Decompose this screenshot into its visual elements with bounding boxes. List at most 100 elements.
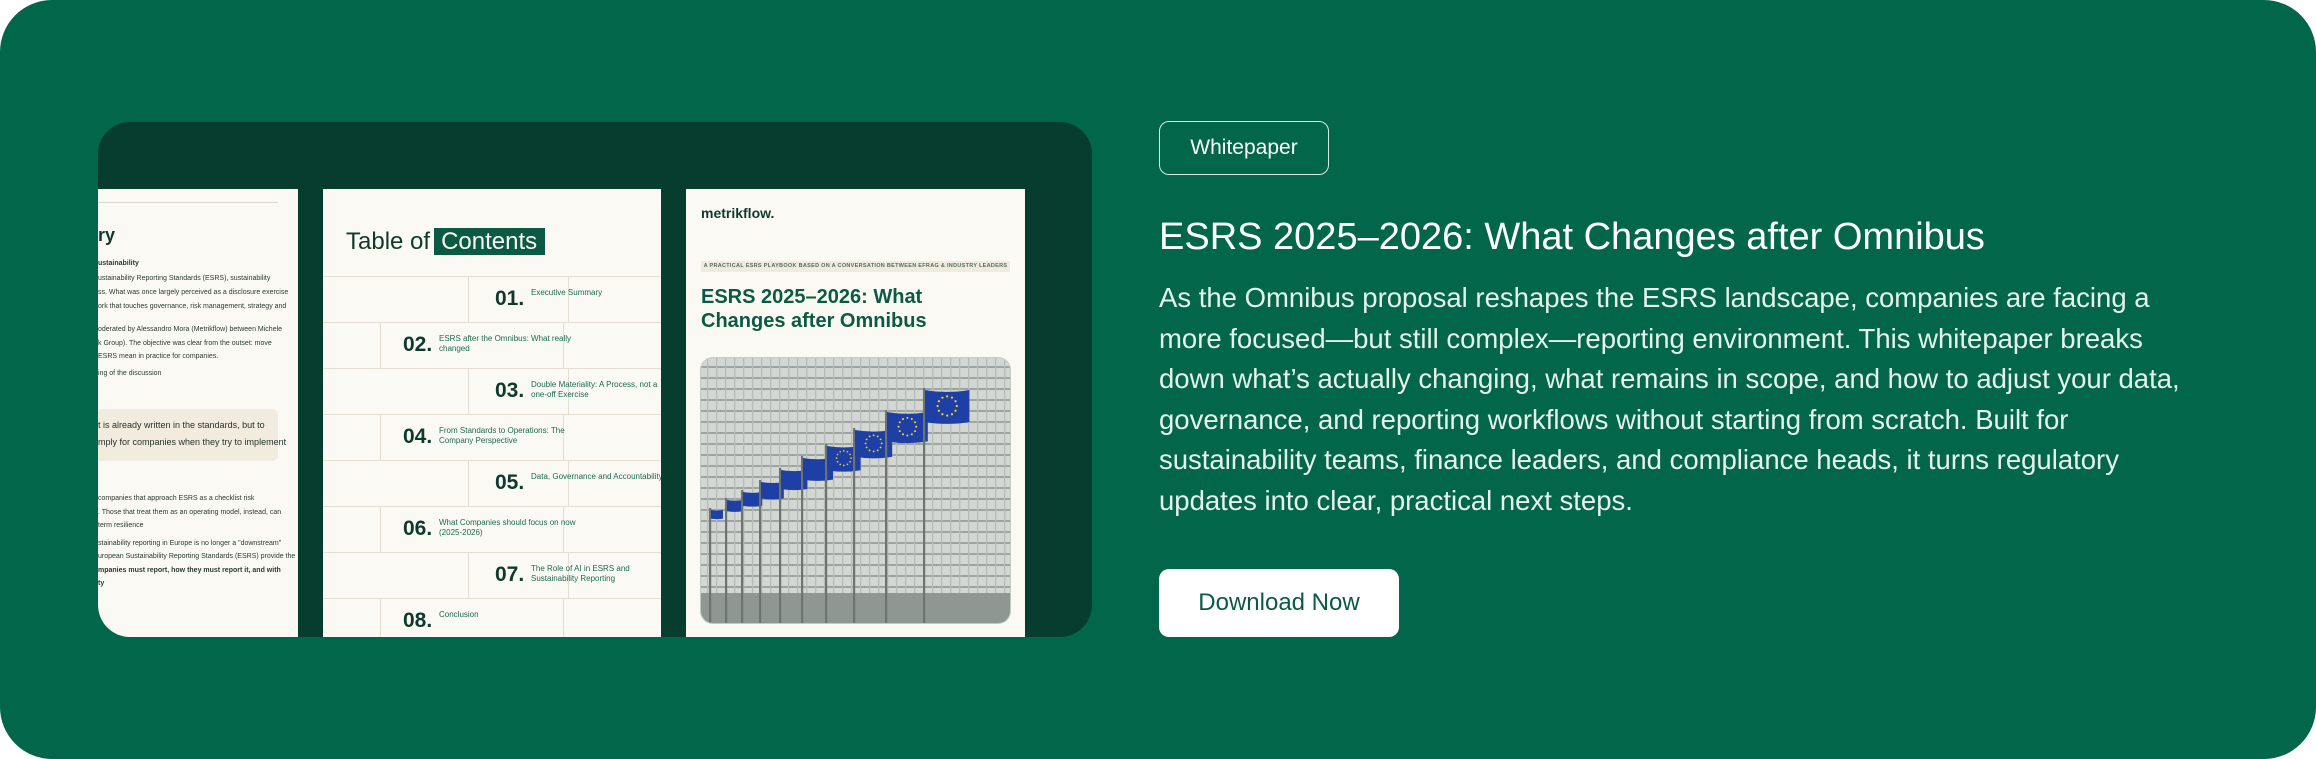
eu-star (836, 460, 839, 463)
eu-star (849, 453, 851, 456)
facade-mullion (842, 358, 844, 623)
toc-text: Conclusion (439, 610, 479, 619)
summary-line: ork that touches governance, risk manage… (98, 303, 287, 310)
summary-line: oderated by Alessandro Mora (Metrikflow)… (98, 326, 283, 333)
summary-line: ustainability Reporting Standards (ESRS)… (98, 275, 271, 282)
facade-band (701, 542, 1010, 544)
eu-star (954, 409, 957, 412)
whitepaper-badge: Whitepaper (1159, 121, 1329, 175)
facade-mullion (797, 358, 799, 623)
facade-band (701, 586, 1010, 588)
facade-mullion (914, 358, 916, 623)
eu-star (906, 416, 909, 419)
eu-star (901, 418, 905, 421)
eu-star (915, 425, 918, 428)
eu-star (868, 435, 871, 438)
eu-flag (887, 412, 928, 444)
facade-mullion (896, 358, 898, 623)
toc-number: 05. (495, 471, 525, 494)
toc-number: 06. (403, 517, 433, 540)
eu-flag (727, 500, 743, 512)
facade-mullion (869, 358, 871, 623)
facade-mullion (1004, 358, 1006, 623)
eu-star (941, 396, 944, 399)
download-now-button[interactable]: Download Now (1159, 569, 1399, 637)
cover-title: ESRS 2025–2026: What Changes after Omnib… (701, 286, 927, 332)
summary-line: ustainability (98, 260, 139, 267)
eu-star (950, 413, 954, 416)
toc-text: ESRS after the Omnibus: What really chan… (439, 334, 572, 353)
summary-line: stainability reporting in Europe is no l… (98, 540, 282, 547)
toc-title-prefix: Table of (346, 228, 431, 255)
eu-star (910, 433, 913, 436)
flagpole (725, 498, 728, 623)
flagpole (825, 444, 828, 623)
toc-grid-line (380, 323, 381, 368)
flagpole (885, 410, 888, 623)
pull-quote: t is already written in the standards, b… (98, 409, 286, 461)
facade-mullion (878, 358, 880, 623)
quote-line: t is already written in the standards, b… (98, 420, 265, 430)
facade-band (701, 531, 1010, 533)
page-title: ESRS 2025–2026: What Changes after Omnib… (1159, 216, 1985, 258)
eu-star (842, 464, 845, 467)
flagpole (923, 388, 926, 623)
facade-band (701, 520, 1010, 522)
eu-star (865, 446, 868, 449)
summary-line: uropean Sustainability Reporting Standar… (98, 553, 296, 560)
eu-star (876, 449, 879, 452)
facade-mullion (734, 358, 736, 623)
eu-star (846, 463, 849, 466)
promo-banner: ry ustainability ustainability Reporting … (0, 0, 2316, 759)
summary-line: . Those that treat them as an operating … (98, 509, 282, 516)
ground (701, 593, 1010, 623)
flagpole (779, 468, 782, 623)
facade-band (701, 575, 1010, 577)
toc-grid-line (468, 369, 469, 414)
flagpole (759, 480, 762, 623)
eu-star (901, 433, 905, 436)
eu-star (954, 400, 957, 403)
flagpole (801, 456, 804, 623)
eu-star (835, 457, 838, 459)
eu-star (836, 453, 839, 456)
toc-title-highlight: Contents (434, 228, 546, 255)
toc-text: What Companies should focus on now (2025… (439, 518, 576, 537)
eu-star (864, 442, 867, 445)
facade-band (701, 377, 1010, 379)
toc-grid-line (380, 415, 381, 460)
description: As the Omnibus proposal reshapes the ESR… (1159, 282, 2180, 516)
toc-grid-line (468, 461, 469, 506)
toc-item: 03. Double Materiality: A Process, not a … (323, 368, 661, 414)
eu-star (850, 457, 852, 459)
toc-page: Table of Contents 01. Executive Summary 02.… (323, 189, 661, 637)
summary-line: mpanies must report, how they must repor… (98, 567, 281, 574)
toc-grid-line (468, 553, 469, 598)
eu-star (839, 463, 842, 466)
cover-tagline: A PRACTICAL ESRS PLAYBOOK BASED ON A CON… (701, 261, 1010, 272)
facade-band (701, 564, 1010, 566)
toc-item: 06. What Companies should focus on now (2… (323, 506, 661, 552)
facade-band (701, 509, 1010, 511)
eu-star (846, 450, 849, 453)
eu-star (937, 409, 941, 412)
eu-flag (711, 510, 723, 520)
toc-text: The Role of AI in ESRS and Sustainabilit… (531, 564, 630, 583)
summary-line: term resilience (98, 522, 144, 529)
whitepaper-preview: ry ustainability ustainability Reporting … (98, 122, 1092, 637)
toc-grid-line (568, 277, 569, 322)
quote-line: mply for companies when they try to impl… (98, 437, 287, 447)
facade-mullion (851, 358, 853, 623)
toc-item: 02. ESRS after the Omnibus: What really c… (323, 322, 661, 368)
facade-band (701, 388, 1010, 390)
facade-mullion (995, 358, 997, 623)
toc-item: 08. Conclusion (323, 598, 661, 637)
toc-number: 08. (403, 609, 433, 632)
eu-star (941, 413, 944, 416)
eu-star (898, 430, 901, 433)
toc-text: Double Materiality: A Process, not a one… (531, 380, 658, 399)
eu-star (946, 395, 949, 398)
toc-grid-line (468, 277, 469, 322)
eu-star (946, 414, 949, 417)
facade-band (701, 366, 1010, 368)
